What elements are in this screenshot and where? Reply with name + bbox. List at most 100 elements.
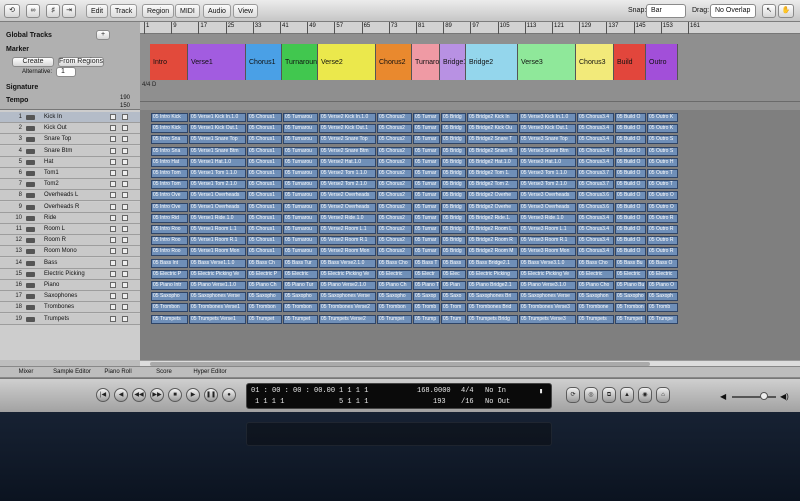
audio-region[interactable]: 05 Trombon xyxy=(377,303,412,313)
mute-button[interactable] xyxy=(110,192,116,199)
audio-region[interactable]: 05 Verse2 Kick In.1.0 xyxy=(319,113,376,122)
mute-button[interactable] xyxy=(110,304,116,311)
solo-button[interactable] xyxy=(122,181,128,188)
track-header[interactable]: 15 Electric Picking xyxy=(0,268,140,280)
drag-select[interactable]: No Overlap xyxy=(710,4,756,18)
track-name[interactable]: Saxophones xyxy=(44,291,77,302)
audio-region[interactable]: 05 Trump xyxy=(413,314,440,324)
audio-region[interactable]: 05 Verse3 Tom 2.1.0 xyxy=(519,180,576,190)
audio-region[interactable]: 05 Build O xyxy=(615,247,646,257)
audio-region[interactable]: 05 Build O xyxy=(615,146,646,156)
audio-region[interactable]: 05 Saxo xyxy=(441,292,466,302)
track-header[interactable]: 5 Hat xyxy=(0,156,140,168)
audio-region[interactable]: 05 Intro Ove xyxy=(151,202,188,212)
audio-region[interactable]: 05 Verse2 Snare Btm xyxy=(319,146,376,156)
audio-region[interactable]: 05 Trumpe xyxy=(647,314,678,324)
audio-region[interactable]: 05 Verse1 Room R.1 xyxy=(189,236,246,246)
audio-region[interactable]: 05 Turnarou xyxy=(283,225,318,234)
audio-region[interactable]: 05 Electric xyxy=(577,269,614,279)
solo-button[interactable] xyxy=(122,192,128,199)
audio-region[interactable]: 05 Build O xyxy=(615,124,646,134)
audio-region[interactable]: 05 Chorus3.4 xyxy=(577,213,614,223)
audio-region[interactable]: 05 Saxopho xyxy=(151,292,188,302)
solo-button[interactable] xyxy=(122,304,128,311)
audio-region[interactable]: 05 Bridge2 Snare T xyxy=(467,135,518,145)
audio-region[interactable]: 05 Verse3 Hat.1.0 xyxy=(519,157,576,167)
audio-region[interactable]: 05 Chorus2 xyxy=(377,213,412,223)
mute-button[interactable] xyxy=(110,237,116,244)
audio-region[interactable]: 05 Chorus2 xyxy=(377,135,412,145)
audio-region[interactable]: 05 Bridg xyxy=(441,169,466,178)
audio-region[interactable]: 05 Turnar xyxy=(413,191,440,201)
audio-region[interactable]: 05 Verse1 Tom 1.1.0 xyxy=(189,169,246,178)
audio-region[interactable]: 05 Bass O xyxy=(647,258,678,268)
audio-region[interactable]: 05 Turnar xyxy=(413,247,440,257)
volume-knob[interactable] xyxy=(760,392,768,400)
audio-region[interactable]: 05 Bridg xyxy=(441,180,466,190)
audio-region[interactable]: 05 Verse2 Hat.1.0 xyxy=(319,157,376,167)
audio-region[interactable]: 05 Turnarou xyxy=(283,169,318,178)
audio-region[interactable]: 05 Chorus1 xyxy=(247,157,282,167)
solo-button[interactable] xyxy=(122,170,128,176)
audio-region[interactable]: 05 Electric xyxy=(377,269,412,279)
track-header[interactable]: 3 Snare Top xyxy=(0,134,140,146)
track-name[interactable]: Overheads L xyxy=(44,190,78,201)
track-header[interactable]: 10 Ride xyxy=(0,212,140,224)
audio-region[interactable]: 05 Bridge2 Room M xyxy=(467,247,518,257)
audio-region[interactable]: 05 Chorus2 xyxy=(377,191,412,201)
audio-region[interactable]: 05 Verse2 Ride.1.0 xyxy=(319,213,376,223)
audio-region[interactable]: 05 Turnar xyxy=(413,124,440,134)
mute-button[interactable] xyxy=(110,114,116,120)
audio-region[interactable]: 05 Piano Verse3.1.0 xyxy=(519,281,576,290)
audio-region[interactable]: 05 Chorus1 xyxy=(247,146,282,156)
catch-icon[interactable]: ♯ xyxy=(46,4,60,18)
track-name[interactable]: Piano xyxy=(44,280,59,291)
audio-region[interactable]: 05 Build O xyxy=(615,236,646,246)
audio-region[interactable]: 05 Saxophon xyxy=(577,292,614,302)
audio-region[interactable]: 05 Electr xyxy=(413,269,440,279)
mute-button[interactable] xyxy=(110,270,116,277)
audio-region[interactable]: 05 Trumpet xyxy=(247,314,282,324)
track-header[interactable]: 14 Bass xyxy=(0,257,140,269)
audio-region[interactable]: 05 Intro Rid xyxy=(151,213,188,223)
audio-region[interactable]: 05 Trombone xyxy=(577,303,614,313)
solo-button[interactable] xyxy=(122,270,128,277)
audio-region[interactable]: 05 Bass Verse2.1.0 xyxy=(319,258,376,268)
fast-forward-icon[interactable]: ▶▶ xyxy=(150,388,164,402)
mute-button[interactable] xyxy=(110,259,116,266)
audio-region[interactable]: 05 Bridg xyxy=(441,225,466,234)
solo-button[interactable] xyxy=(122,315,128,322)
audio-region[interactable]: 05 Trombones Verse1 xyxy=(189,303,246,313)
audio-region[interactable]: 05 Turnarou xyxy=(283,247,318,257)
audio-region[interactable]: 05 Build O xyxy=(615,135,646,145)
track-name[interactable]: Kick Out xyxy=(44,123,67,134)
track-name[interactable]: Snare Top xyxy=(44,134,71,145)
audio-region[interactable]: 05 Outro R xyxy=(647,236,678,246)
master-volume-slider[interactable] xyxy=(732,396,776,398)
audio-region[interactable]: 05 Chorus1 xyxy=(247,236,282,246)
solo-button[interactable] xyxy=(122,293,128,300)
tab-score[interactable]: Score xyxy=(142,367,186,378)
audio-region[interactable]: 05 Build O xyxy=(615,202,646,212)
audio-region[interactable]: 05 Saxopho xyxy=(283,292,318,302)
audio-region[interactable]: 05 Outro T xyxy=(647,180,678,190)
audio-region[interactable]: 05 Intro Roo xyxy=(151,247,188,257)
audio-region[interactable]: 05 Verse1 Kick In.1.0 xyxy=(189,113,246,122)
audio-region[interactable]: 05 Turnar xyxy=(413,113,440,122)
menu-edit[interactable]: Edit xyxy=(86,4,109,18)
audio-region[interactable]: 05 Verse1 Room L.1 xyxy=(189,225,246,234)
marker-build[interactable]: Build xyxy=(614,44,646,80)
audio-region[interactable]: 05 Trombones Verse2 xyxy=(319,303,376,313)
tab-sample-editor[interactable]: Sample Editor xyxy=(50,367,94,378)
audio-region[interactable]: 05 Chorus1 xyxy=(247,124,282,134)
audio-region[interactable]: 05 Elec xyxy=(441,269,466,279)
audio-region[interactable]: 05 Outro S xyxy=(647,135,678,145)
global-tracks-title[interactable]: Global Tracks xyxy=(6,32,52,39)
audio-region[interactable]: 05 Turnar xyxy=(413,225,440,234)
audio-region[interactable]: 05 Verse2 Overheads xyxy=(319,202,376,212)
track-name[interactable]: Tom1 xyxy=(44,168,59,179)
tab-piano-roll[interactable]: Piano Roll xyxy=(96,367,140,378)
audio-region[interactable]: 05 Verse2 Room Mon xyxy=(319,247,376,257)
audio-region[interactable]: 05 Trumpets Verse3 xyxy=(519,314,576,324)
track-header[interactable]: 2 Kick Out xyxy=(0,123,140,135)
